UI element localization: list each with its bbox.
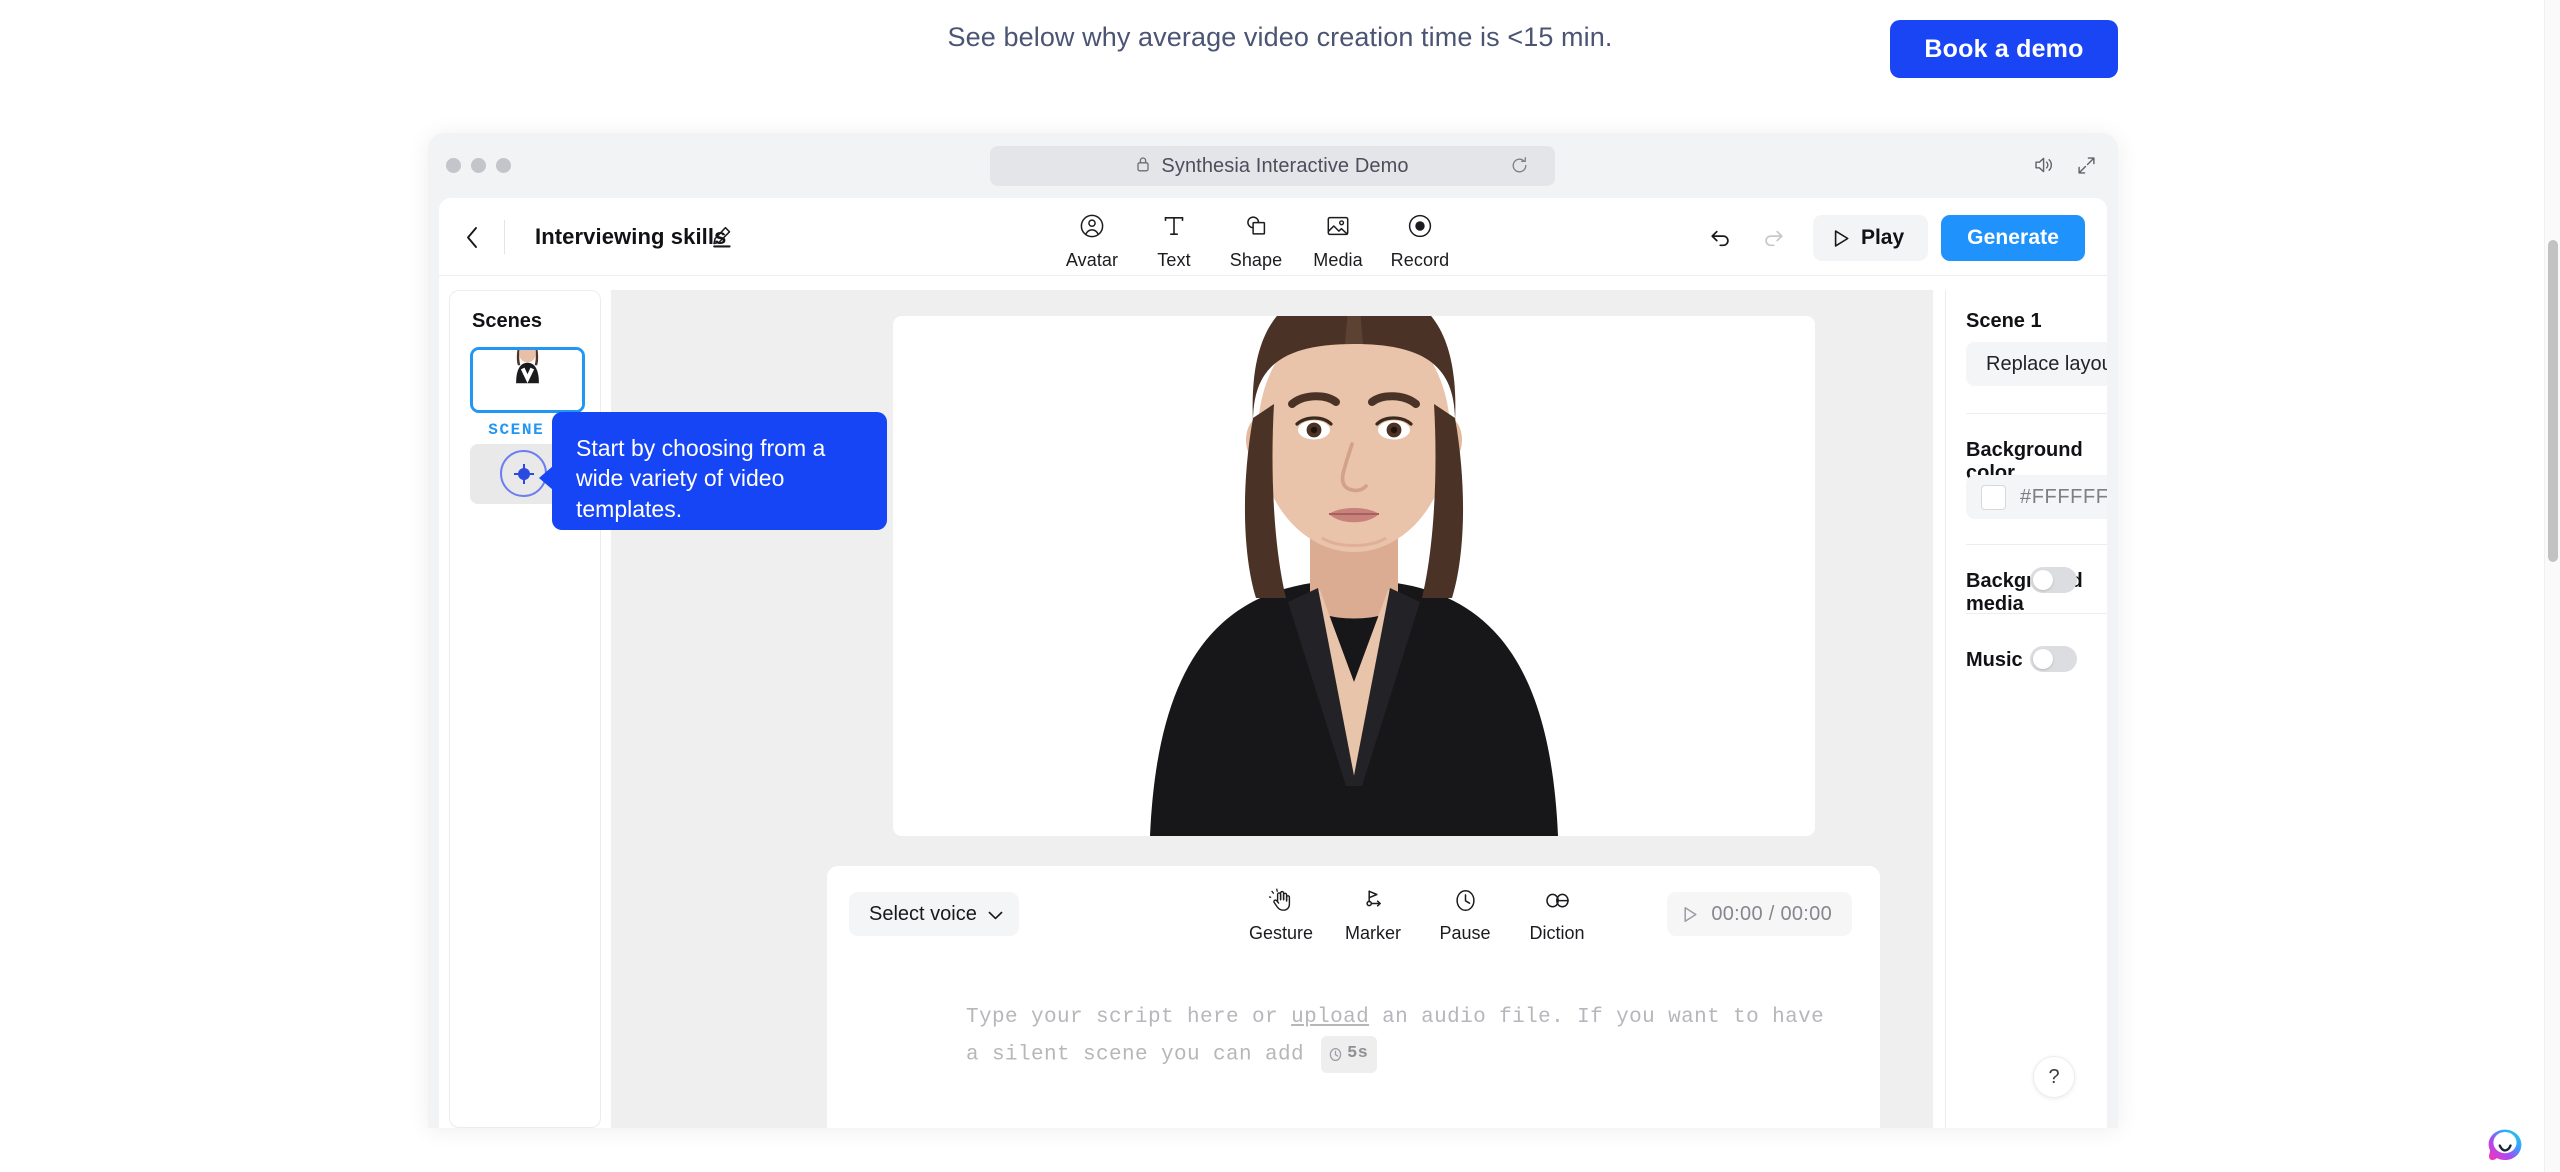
tool-text[interactable]: Text <box>1133 208 1215 271</box>
chrome-right-controls <box>2033 155 2096 180</box>
shape-icon <box>1243 213 1269 244</box>
replace-layout-label: Replace layout <box>1986 353 2107 376</box>
playback-timecode[interactable]: 00:00 / 00:00 <box>1667 892 1852 936</box>
script-tool-gesture[interactable]: Gesture <box>1235 888 1327 944</box>
browser-window: Synthesia Interactive Demo <box>428 133 2118 1128</box>
topbar-divider <box>504 220 505 254</box>
chat-assistant-widget[interactable] <box>2485 1126 2525 1166</box>
script-panel: Select voice <box>827 866 1880 1128</box>
properties-divider-3 <box>1966 613 2107 614</box>
pencil-icon[interactable] <box>711 225 733 253</box>
reload-icon[interactable] <box>1510 156 1529 180</box>
tool-record-label: Record <box>1391 250 1450 271</box>
properties-divider-2 <box>1966 544 2107 545</box>
window-close-dot[interactable] <box>446 158 461 173</box>
clock-pause-icon <box>1453 888 1478 918</box>
book-demo-button[interactable]: Book a demo <box>1890 20 2118 78</box>
page-scrollbar[interactable] <box>2544 0 2560 1172</box>
redo-icon[interactable] <box>1747 216 1801 260</box>
play-triangle-icon <box>1831 228 1851 249</box>
background-media-toggle[interactable] <box>2030 567 2077 593</box>
tool-shape-label: Shape <box>1230 250 1283 271</box>
script-upload-link[interactable]: upload <box>1291 1006 1369 1029</box>
script-tool-diction[interactable]: Diction <box>1511 888 1603 944</box>
add-scene-plus-icon <box>518 468 530 480</box>
record-icon <box>1407 213 1433 244</box>
scene-thumbnail-1[interactable] <box>470 347 585 413</box>
avatar-illustration <box>893 316 1815 836</box>
media-icon <box>1325 213 1351 244</box>
hand-gesture-icon <box>1269 888 1294 918</box>
url-bar[interactable]: Synthesia Interactive Demo <box>990 146 1555 186</box>
scene-thumbnail-image <box>473 350 582 410</box>
chat-assistant-icon <box>2485 1126 2525 1166</box>
traffic-lights <box>446 158 511 173</box>
tool-avatar-label: Avatar <box>1066 250 1118 271</box>
scenes-title: Scenes <box>472 310 542 333</box>
select-voice-dropdown[interactable]: Select voice <box>849 892 1019 936</box>
project-title: Interviewing skills <box>535 224 726 250</box>
music-toggle[interactable] <box>2030 646 2077 672</box>
script-tool-pause[interactable]: Pause <box>1419 888 1511 944</box>
background-color-value: #FFFFFF <box>2020 486 2107 509</box>
expand-icon[interactable] <box>2077 156 2096 180</box>
window-maximize-dot[interactable] <box>496 158 511 173</box>
script-placeholder-text[interactable]: Type your script here or upload an audio… <box>966 999 1828 1074</box>
chevron-left-icon[interactable] <box>464 225 481 255</box>
tool-record[interactable]: Record <box>1379 208 1461 271</box>
properties-divider-1 <box>1966 413 2107 414</box>
page-scrollbar-thumb[interactable] <box>2548 240 2558 562</box>
browser-chrome: Synthesia Interactive Demo <box>428 133 2118 198</box>
select-voice-label: Select voice <box>869 903 977 926</box>
app-topbar: Interviewing skills Avatar <box>439 198 2107 276</box>
url-title: Synthesia Interactive Demo <box>1161 155 1408 178</box>
canvas-tool-group: Avatar Text <box>1051 208 1461 271</box>
window-minimize-dot[interactable] <box>471 158 486 173</box>
generate-button[interactable]: Generate <box>1941 215 2085 261</box>
timecode-label: 00:00 / 00:00 <box>1711 903 1832 926</box>
undo-icon[interactable] <box>1693 216 1747 260</box>
music-label: Music <box>1966 649 2023 672</box>
color-swatch[interactable] <box>1981 485 2006 510</box>
script-tool-gesture-label: Gesture <box>1249 923 1313 944</box>
flag-marker-icon <box>1361 888 1386 918</box>
lock-icon <box>1136 156 1150 177</box>
replace-layout-dropdown[interactable]: Replace layout <box>1966 342 2107 386</box>
script-tool-pause-label: Pause <box>1439 923 1490 944</box>
script-tool-marker-label: Marker <box>1345 923 1401 944</box>
tool-avatar[interactable]: Avatar <box>1051 208 1133 271</box>
tool-media[interactable]: Media <box>1297 208 1379 271</box>
help-button[interactable]: ? <box>2033 1056 2075 1098</box>
script-tool-diction-label: Diction <box>1529 923 1584 944</box>
clock-small-icon <box>1328 1047 1343 1062</box>
tool-media-label: Media <box>1313 250 1363 271</box>
diction-ae-icon <box>1544 888 1571 918</box>
text-icon <box>1161 213 1187 244</box>
play-label: Play <box>1861 226 1904 250</box>
script-tool-marker[interactable]: Marker <box>1327 888 1419 944</box>
background-color-field[interactable]: #FFFFFF <box>1966 475 2107 519</box>
play-button[interactable]: Play <box>1813 215 1928 261</box>
chevron-down-icon <box>988 903 1003 926</box>
speaker-icon[interactable] <box>2033 155 2055 180</box>
properties-panel: Scene 1 Replace layout Background color … <box>1945 290 2097 1128</box>
avatar-icon <box>1079 213 1105 244</box>
app-shell: Interviewing skills Avatar <box>439 198 2107 1128</box>
silence-duration-value: 5s <box>1347 1039 1368 1069</box>
play-small-icon <box>1681 905 1699 924</box>
properties-heading: Scene 1 <box>1966 310 2042 333</box>
tool-shape[interactable]: Shape <box>1215 208 1297 271</box>
onboarding-tooltip[interactable]: Start by choosing from a wide variety of… <box>552 412 887 530</box>
script-text-part1: Type your script here or <box>966 1006 1291 1029</box>
video-canvas[interactable] <box>893 316 1815 836</box>
page-tagline: See below why average video creation tim… <box>0 22 2560 53</box>
silence-duration-pill[interactable]: 5s <box>1321 1036 1377 1072</box>
page-header: See below why average video creation tim… <box>0 0 2560 110</box>
tool-text-label: Text <box>1157 250 1190 271</box>
topbar-actions: Play Generate <box>1693 215 2085 261</box>
script-tool-group: Gesture Marker <box>1235 888 1603 944</box>
